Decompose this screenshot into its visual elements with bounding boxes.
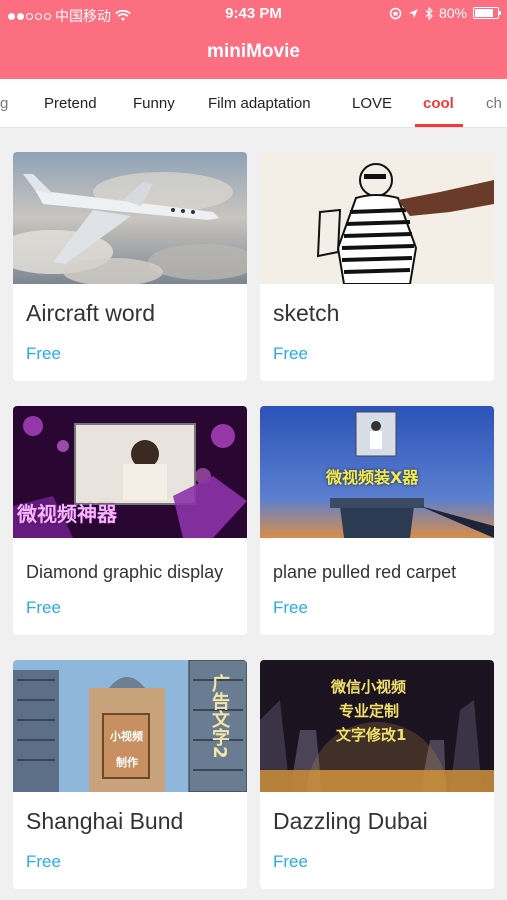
battery-icon [473, 7, 501, 19]
thumbnail-caption: 制作 [116, 756, 138, 769]
tab-film-adaptation[interactable]: Film adaptation [208, 79, 311, 127]
tab-love[interactable]: LOVE [352, 79, 392, 127]
thumbnail-caption: 文字修改1 [336, 726, 407, 744]
thumbnail-caption: 微视频神器 [17, 502, 117, 526]
thumbnail-caption: 微视频装X器 [326, 468, 419, 487]
card-title: Dazzling Dubai [273, 808, 428, 834]
category-tabs: g Pretend Funny Film adaptation LOVE coo… [0, 79, 507, 128]
tab-pretend[interactable]: Pretend [44, 79, 97, 127]
template-card[interactable]: sketch Free [260, 152, 494, 381]
location-icon [408, 8, 418, 18]
thumbnail-caption: 微信小视频 [331, 678, 407, 696]
rotation-lock-icon [389, 7, 402, 19]
price-label: Free [26, 344, 61, 363]
card-thumbnail [13, 152, 247, 284]
tab-partial-left[interactable]: g [0, 79, 8, 127]
price-label: Free [26, 598, 61, 617]
battery-level [475, 9, 493, 17]
thumbnail-caption: 广告文字2 [209, 674, 230, 759]
tab-funny[interactable]: Funny [133, 79, 175, 127]
card-thumbnail: 小视频 制作 广告文字2 [13, 660, 247, 792]
card-title: sketch [273, 300, 340, 326]
price-label: Free [26, 852, 61, 871]
template-card[interactable]: 小视频 制作 广告文字2 Shanghai Bund Free [13, 660, 247, 889]
card-title: Diamond graphic display [26, 562, 224, 582]
template-card[interactable]: 微视频神器 Diamond graphic display Free [13, 406, 247, 635]
tab-partial-right[interactable]: ch [486, 79, 502, 127]
price-label: Free [273, 852, 308, 871]
thumbnail-caption: 专业定制 [339, 702, 400, 720]
card-thumbnail [260, 152, 494, 284]
thumbnail-caption: 小视频 [110, 730, 143, 743]
template-card[interactable]: 微视频装X器 plane pulled red carpet Free [260, 406, 494, 635]
card-title: Shanghai Bund [26, 808, 184, 834]
page-title: miniMovie [207, 41, 300, 62]
status-right: 80% [389, 5, 501, 21]
bluetooth-icon [425, 6, 433, 20]
card-title: plane pulled red carpet [273, 562, 457, 582]
card-title: Aircraft word [26, 300, 156, 326]
price-label: Free [273, 598, 308, 617]
template-card[interactable]: Aircraft word Free [13, 152, 247, 381]
active-tab-indicator [415, 124, 463, 127]
price-label: Free [273, 344, 308, 363]
card-thumbnail: 微视频神器 [13, 406, 247, 538]
battery-percent: 80% [438, 5, 467, 21]
card-thumbnail: 微信小视频 专业定制 文字修改1 [260, 660, 494, 792]
card-thumbnail: 微视频装X器 [260, 406, 494, 538]
tab-cool[interactable]: cool [423, 79, 454, 127]
app-header: 中国移动 9:43 PM 80% miniMovie [0, 0, 507, 79]
status-bar: 中国移动 9:43 PM 80% [0, 0, 507, 28]
template-card[interactable]: 微信小视频 专业定制 文字修改1 Dazzling Dubai Free [260, 660, 494, 889]
